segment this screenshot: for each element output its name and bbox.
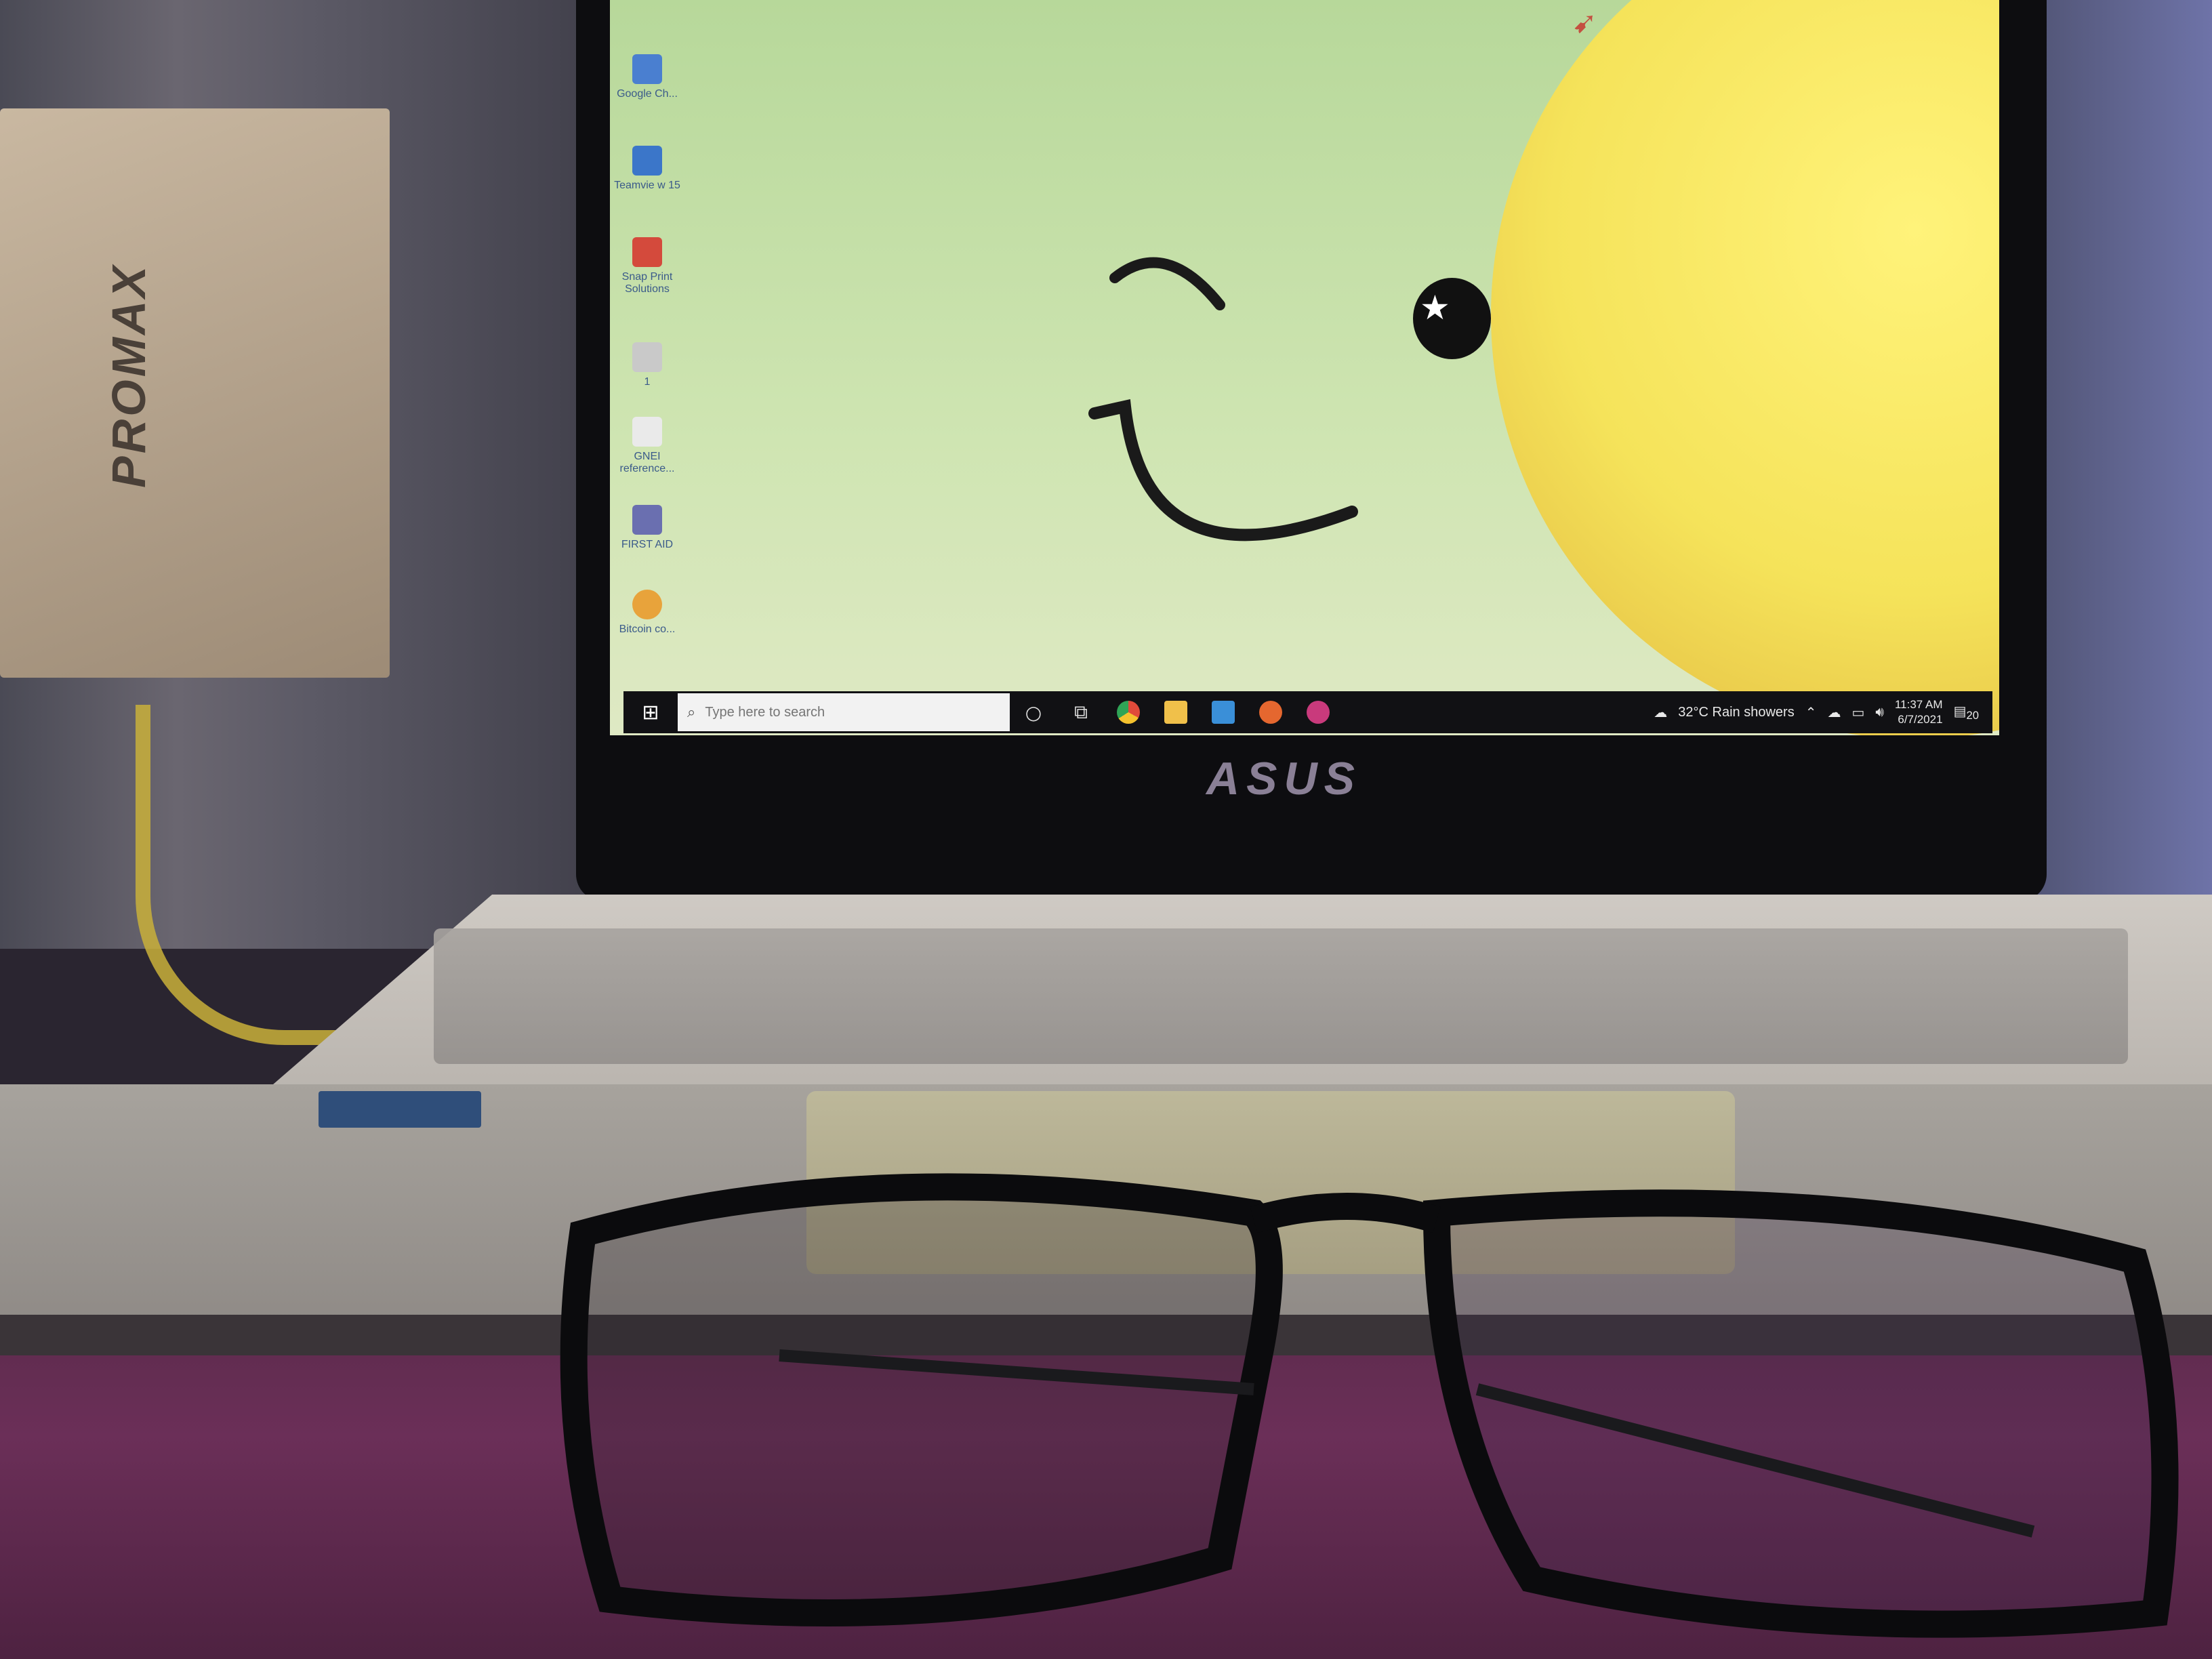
desktop-icon-first-aid[interactable]: FIRST AID — [610, 505, 684, 551]
taskbar-clock[interactable]: 11:37 AM 6/7/2021 — [1895, 697, 1943, 727]
laptop-brand-logo: ASUS — [1206, 753, 1361, 804]
mouse-cursor-icon: ➹ — [1572, 5, 1597, 40]
chrome-icon — [1117, 701, 1140, 724]
circle-icon: ○ — [1025, 701, 1042, 724]
laptop-sticker — [319, 1091, 481, 1128]
box-brand-label: PROMAX — [102, 263, 155, 488]
clock-time: 11:37 AM — [1894, 698, 1943, 711]
photo-scene: PROMAX ★ ➹ Google Ch... Teamvie w 15 Sna… — [0, 0, 2212, 1659]
task-view-button[interactable]: ⧉ — [1057, 691, 1105, 733]
taskbar-file-explorer[interactable] — [1152, 691, 1200, 733]
taskbar-brave[interactable] — [1247, 691, 1294, 733]
document-icon — [632, 417, 662, 447]
snap-print-icon — [632, 237, 662, 267]
cortana-button[interactable]: ○ — [1010, 691, 1057, 733]
laptop-keyboard — [434, 928, 2128, 1064]
taskbar-chrome[interactable] — [1105, 691, 1152, 733]
smile-mouth-icon — [1088, 399, 1358, 541]
teamviewer-icon — [632, 146, 662, 176]
windows-taskbar: ⊞ ⌕ ○ ⧉ ☁ 32°C Rain showers ⌃ ☁ ▭ 🔊︎ 11:… — [623, 691, 1992, 733]
desktop-icon-snap-print[interactable]: Snap Print Solutions — [610, 237, 684, 295]
network-icon[interactable]: ▭ — [1851, 704, 1864, 721]
desktop-icon-google-chrome[interactable]: Google Ch... — [610, 54, 684, 100]
desktop-icon-bitcoin[interactable]: Bitcoin co... — [610, 590, 684, 636]
chrome-shortcut-icon — [632, 54, 662, 84]
star-glint-icon: ★ — [1420, 288, 1450, 327]
volume-icon[interactable]: 🔊︎ — [1875, 705, 1884, 720]
laptop-screen: ★ ➹ Google Ch... Teamvie w 15 Snap Print… — [610, 0, 1999, 735]
taskbar-search-box[interactable]: ⌕ — [678, 693, 1010, 731]
weather-icon: ☁ — [1654, 705, 1668, 720]
folder-icon — [1164, 701, 1187, 724]
desktop-icon-gnei-reference[interactable]: GNEI reference... — [610, 417, 684, 475]
search-input[interactable] — [703, 703, 978, 721]
store-icon — [1212, 701, 1235, 724]
windows-logo-icon: ⊞ — [642, 701, 659, 724]
taskbar-store[interactable] — [1200, 691, 1247, 733]
file-icon — [632, 342, 662, 372]
laptop-front-edge — [0, 1315, 2212, 1355]
chevron-up-icon[interactable]: ⌃ — [1805, 704, 1817, 721]
notification-icon[interactable]: ▤20 — [1954, 703, 1979, 722]
cardboard-box: PROMAX — [0, 108, 390, 678]
bitcoin-icon — [632, 590, 662, 619]
laptop-touchpad — [806, 1091, 1735, 1274]
notification-count: 20 — [1966, 708, 1979, 722]
start-button[interactable]: ⊞ — [623, 691, 678, 733]
winking-eye-icon — [1109, 257, 1225, 310]
taskbar-app[interactable] — [1294, 691, 1342, 733]
browser-icon — [1259, 701, 1282, 724]
desktop-icon-1[interactable]: 1 — [610, 342, 684, 388]
clock-date: 6/7/2021 — [1898, 713, 1943, 726]
folder-icon — [632, 505, 662, 535]
desktop-icon-teamviewer[interactable]: Teamvie w 15 — [610, 146, 684, 192]
yellow-cable — [136, 705, 367, 1045]
system-tray: ☁ 32°C Rain showers ⌃ ☁ ▭ 🔊︎ 11:37 AM 6/… — [1654, 697, 1992, 727]
app-icon — [1307, 701, 1330, 724]
search-icon: ⌕ — [687, 703, 696, 721]
emoji-features — [1088, 257, 1358, 541]
task-view-icon: ⧉ — [1074, 701, 1088, 723]
onedrive-icon[interactable]: ☁ — [1827, 704, 1841, 721]
weather-text[interactable]: 32°C Rain showers — [1678, 705, 1794, 720]
